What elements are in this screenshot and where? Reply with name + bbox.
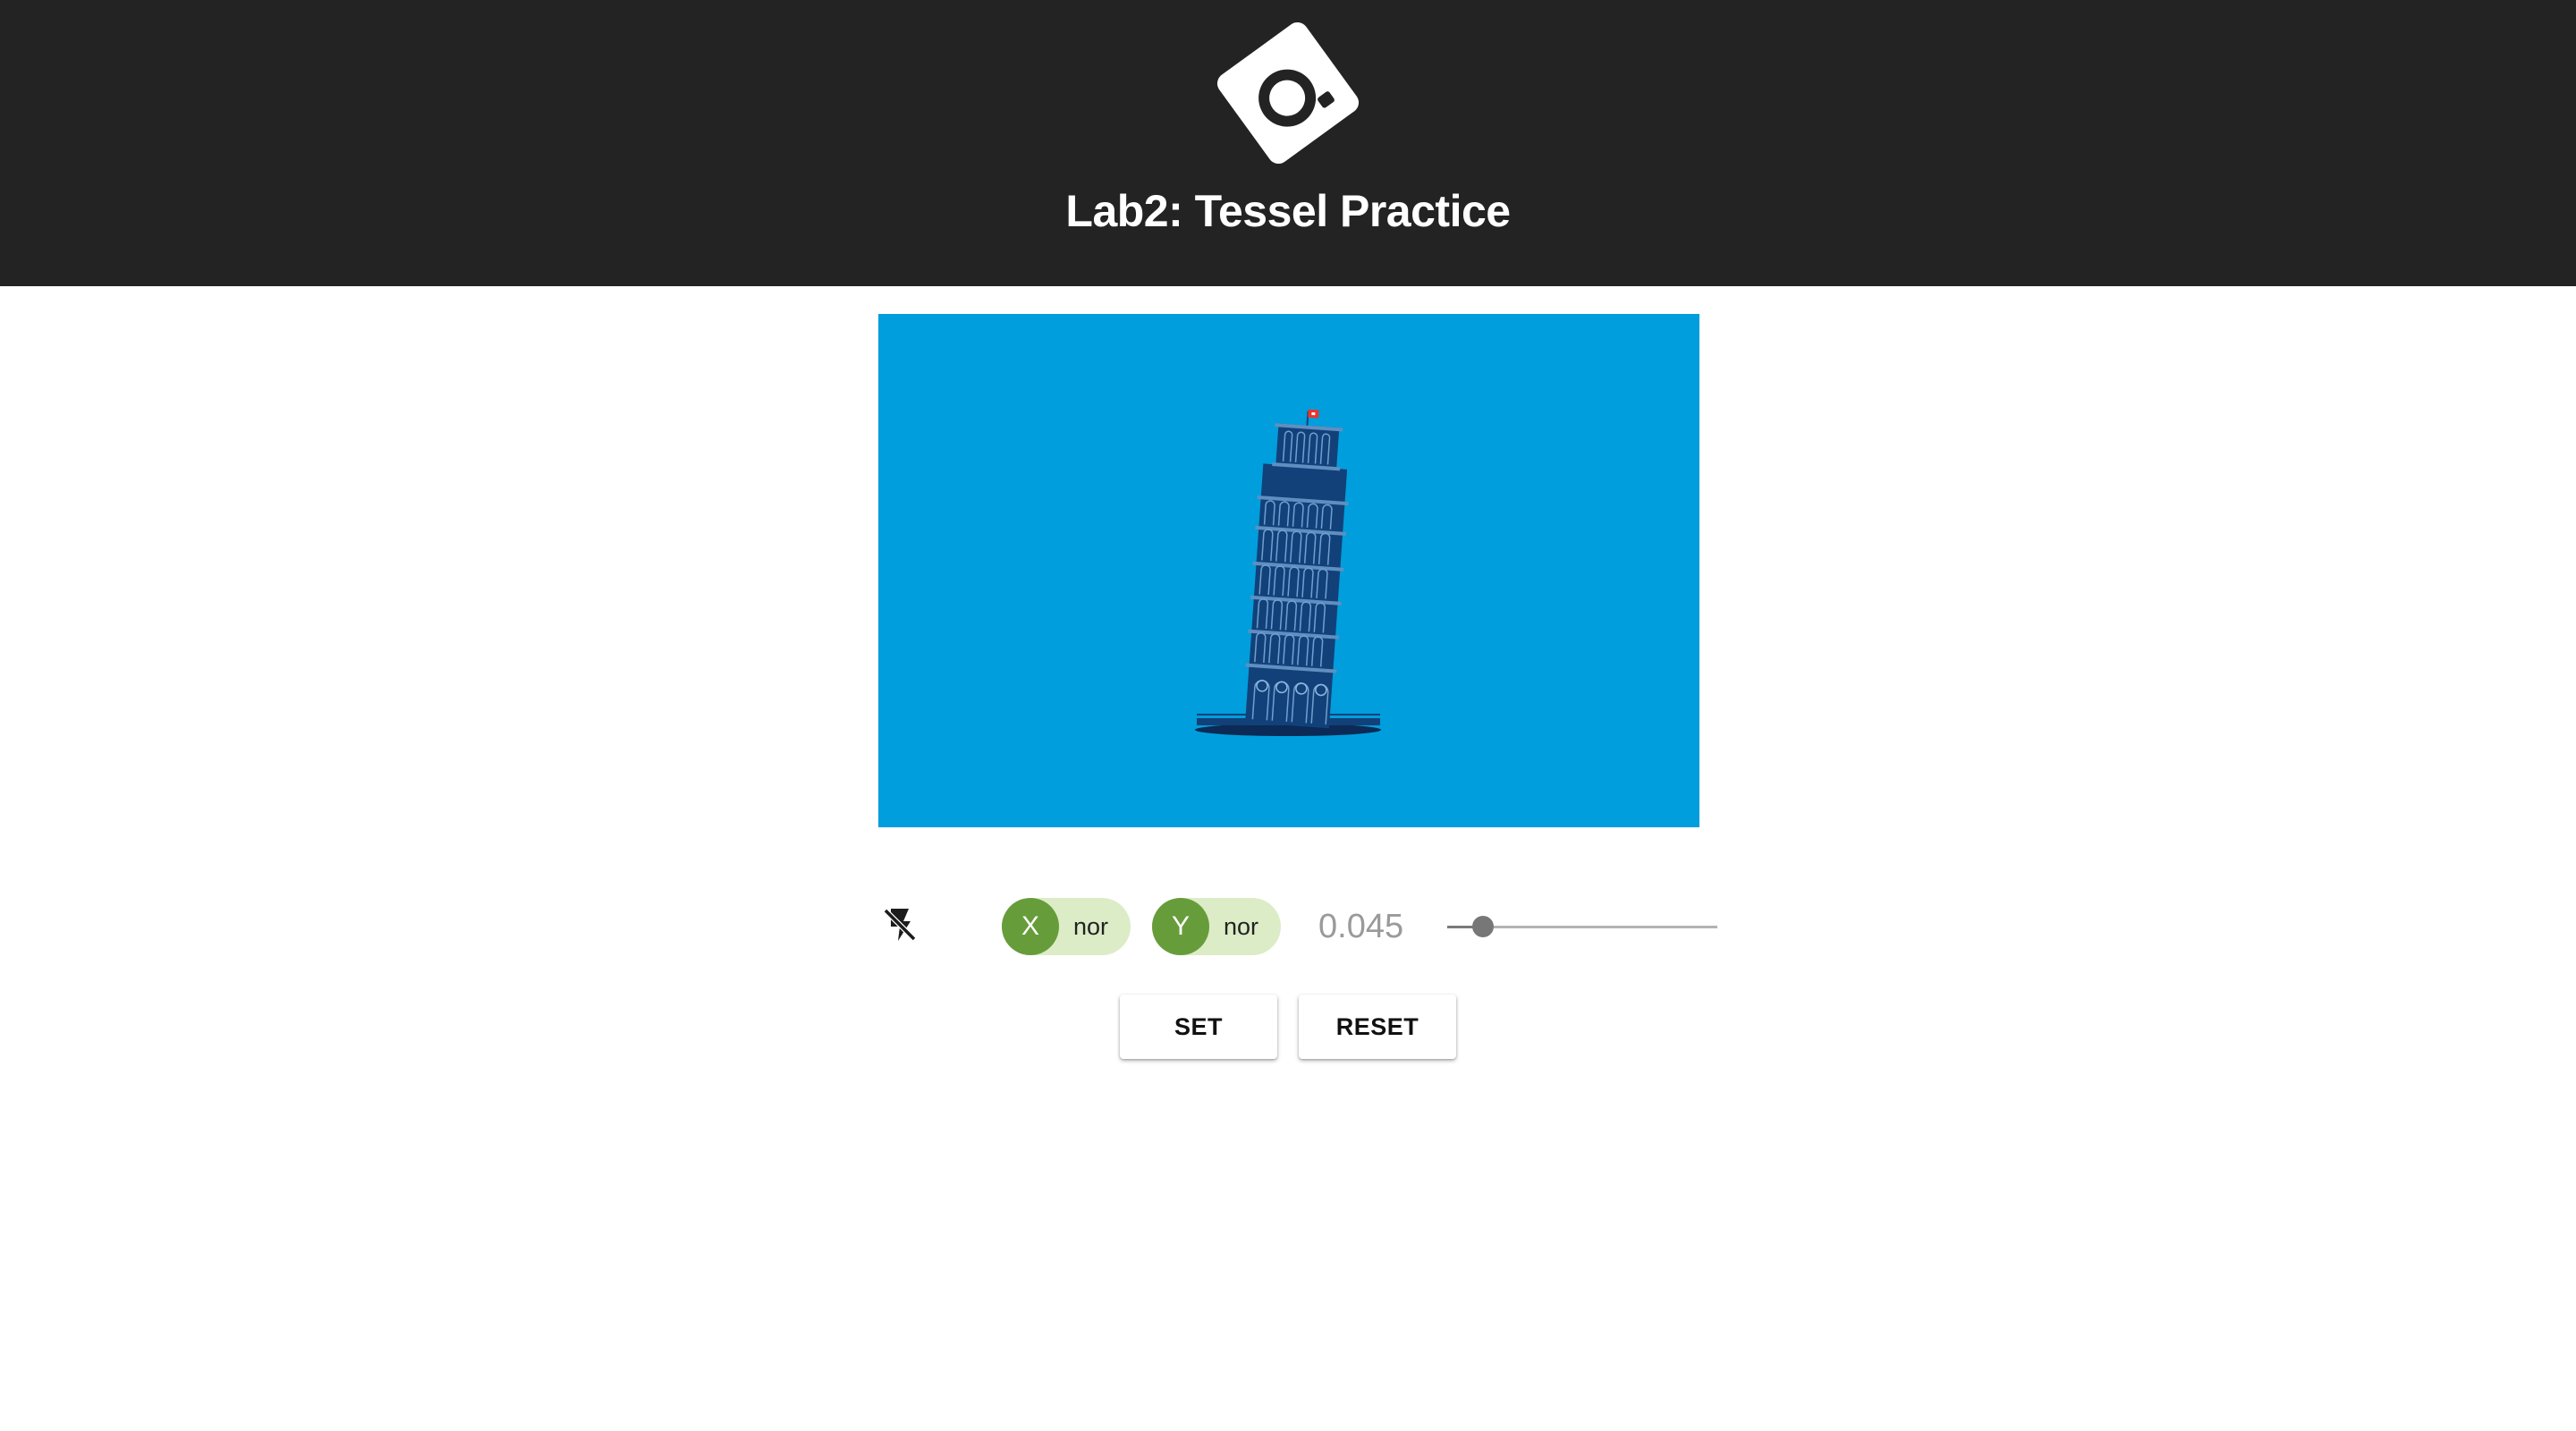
x-chip-label: nor: [1073, 913, 1109, 940]
y-chip-label: nor: [1224, 913, 1259, 940]
tower-illustration: [878, 314, 1699, 827]
epsilon-slider[interactable]: [1445, 909, 1719, 944]
camera-lens-icon: [1216, 21, 1360, 165]
x-chip-avatar: X: [1002, 898, 1059, 955]
slider-thumb[interactable]: [1471, 916, 1494, 937]
x-chip[interactable]: X nor: [1002, 898, 1131, 955]
set-button[interactable]: SET: [1120, 995, 1277, 1059]
page-title: Lab2: Tessel Practice: [1065, 186, 1511, 236]
y-chip-avatar: Y: [1152, 898, 1209, 955]
y-chip[interactable]: Y nor: [1152, 898, 1281, 955]
reset-button[interactable]: RESET: [1299, 995, 1456, 1059]
app-header: Lab2: Tessel Practice: [0, 0, 2576, 286]
epsilon-value: 0.045: [1318, 908, 1404, 945]
flash-off-icon[interactable]: [878, 903, 921, 946]
image-preview: [878, 314, 1699, 827]
